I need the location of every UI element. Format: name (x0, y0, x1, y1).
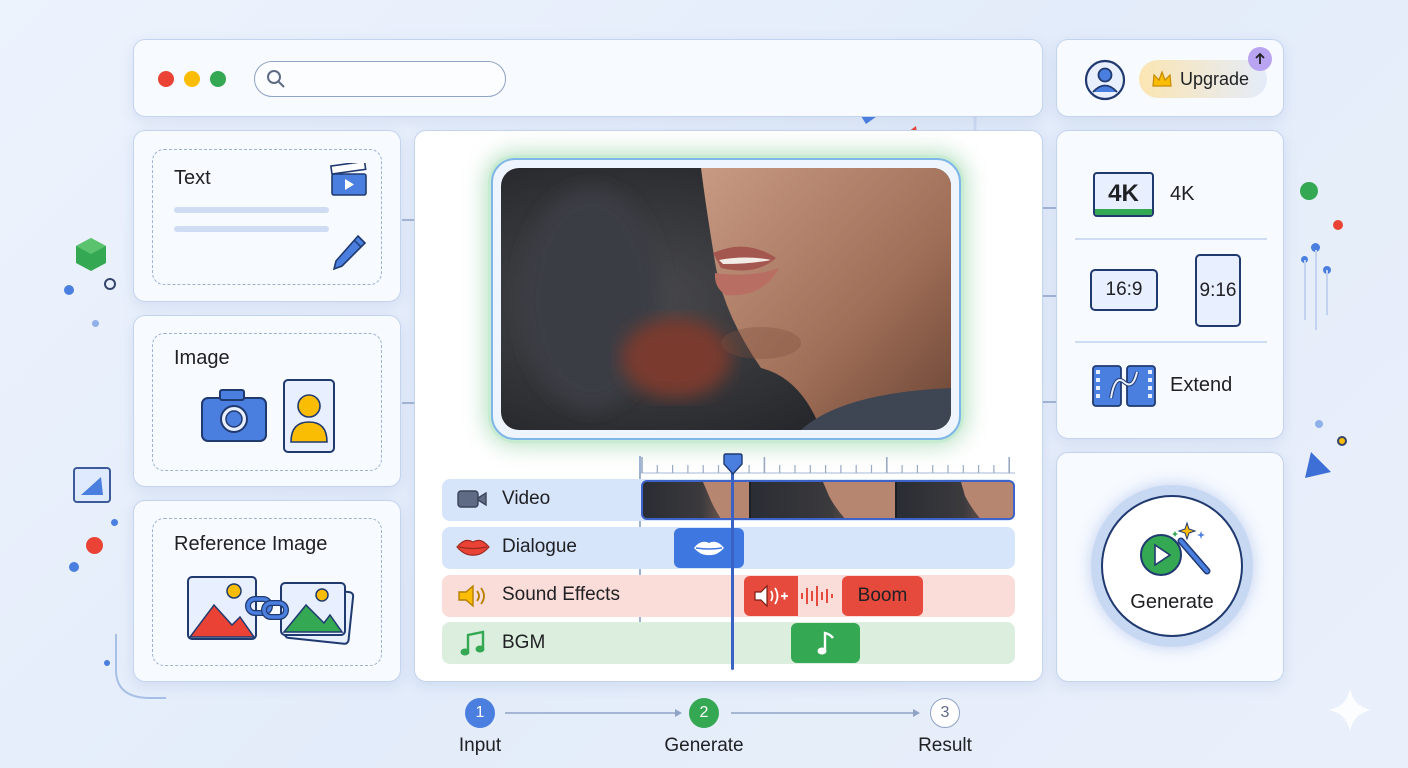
step-3-circle: 3 (930, 698, 960, 728)
track-label-sound-effects: Sound Effects (502, 584, 620, 605)
clapperboard-icon (330, 163, 367, 196)
step-3-label: Result (918, 735, 972, 756)
upgrade-label: Upgrade (1180, 68, 1250, 89)
resolution-4k-badge[interactable]: 4K (1093, 172, 1154, 217)
sfx-chip-label: Boom (857, 585, 908, 606)
linked-images-icon (187, 576, 355, 645)
reference-image-panel[interactable]: Reference Image (133, 500, 401, 682)
waveform-icon (801, 586, 833, 606)
text-panel-title: Text (174, 167, 211, 189)
settings-panel: 4K 4K 16:9 9:16 Extend (1056, 130, 1284, 439)
image-input-panel[interactable]: Image (133, 315, 401, 487)
search-input[interactable] (293, 66, 493, 92)
deco-lines (1304, 250, 1328, 330)
sfx-clip-waveform[interactable] (744, 576, 836, 616)
speaker-icon (458, 584, 485, 608)
text-input-panel[interactable]: Text (133, 130, 401, 302)
track-label-dialogue: Dialogue (502, 536, 577, 557)
window-maximize-dot[interactable] (210, 71, 226, 87)
deco-dot (86, 537, 103, 554)
window-minimize-dot[interactable] (184, 71, 200, 87)
sfx-clip-boom[interactable]: Boom (842, 576, 923, 616)
account-bar: Upgrade (1056, 39, 1284, 117)
portrait-photo-icon (283, 379, 335, 453)
extend-label: Extend (1170, 374, 1233, 396)
video-camera-icon (457, 490, 487, 508)
deco-dot (1333, 220, 1343, 230)
deco-dot (1315, 420, 1323, 428)
reference-panel-title: Reference Image (174, 533, 328, 555)
blue-gem-icon (1305, 452, 1331, 478)
deco-dot (1300, 182, 1318, 200)
image-frame-icon (73, 467, 111, 503)
timeline-ruler (640, 457, 1015, 474)
deco-dot (69, 562, 79, 572)
bgm-clip[interactable] (791, 623, 860, 663)
generate-button[interactable]: Generate (1101, 495, 1243, 637)
upgrade-button[interactable]: Upgrade (1139, 60, 1267, 98)
avatar-icon[interactable] (1084, 59, 1126, 101)
divider (1075, 341, 1267, 343)
step-1-label: Input (458, 735, 502, 756)
text-line-placeholder (174, 226, 329, 232)
lips-icon (456, 539, 490, 556)
search-bar[interactable] (254, 61, 506, 97)
generate-label: Generate (1130, 591, 1214, 613)
window-close-dot[interactable] (158, 71, 174, 87)
deco-ring (104, 278, 116, 290)
resolution-badge-text: 4K (1108, 180, 1139, 207)
arrow-up-icon (1255, 52, 1265, 64)
resolution-badge-bar (1095, 209, 1152, 215)
search-icon (267, 70, 285, 88)
extend-film-icon[interactable] (1091, 364, 1157, 408)
video-preview-image[interactable] (501, 168, 951, 430)
text-line-placeholder (174, 207, 329, 213)
deco-dot (64, 285, 74, 295)
track-label-bgm: BGM (502, 632, 546, 653)
step-1-circle: 1 (465, 698, 495, 728)
music-note-icon (817, 631, 834, 655)
camera-icon (201, 389, 267, 442)
divider (1075, 238, 1267, 240)
browser-bar (133, 39, 1043, 117)
track-label-video: Video (502, 488, 551, 509)
speaker-icon (754, 584, 788, 608)
crown-icon (1152, 70, 1172, 87)
resolution-label: 4K (1170, 183, 1195, 205)
step-2-label: Generate (664, 735, 744, 756)
aspect-16-9-button[interactable]: 16:9 (1090, 269, 1158, 311)
video-clip[interactable] (641, 480, 1015, 520)
playhead-line[interactable] (731, 468, 734, 670)
deco-dot (111, 519, 118, 526)
sparkle-icon (1328, 688, 1372, 732)
green-cube-icon (76, 238, 106, 271)
play-magic-wand-icon (1140, 521, 1211, 576)
aspect-9-16-button[interactable]: 9:16 (1195, 254, 1241, 327)
deco-dot (92, 320, 99, 327)
playhead-handle[interactable] (721, 452, 745, 476)
lips-icon (694, 541, 724, 556)
upgrade-arrow-badge (1248, 47, 1272, 71)
pencil-icon (332, 234, 367, 271)
deco-dot (1337, 436, 1347, 446)
step-2-circle: 2 (689, 698, 719, 728)
music-note-icon (460, 630, 485, 656)
video-filmstrip (643, 482, 1013, 518)
generate-panel: Generate (1056, 452, 1284, 682)
image-panel-title: Image (174, 347, 230, 369)
